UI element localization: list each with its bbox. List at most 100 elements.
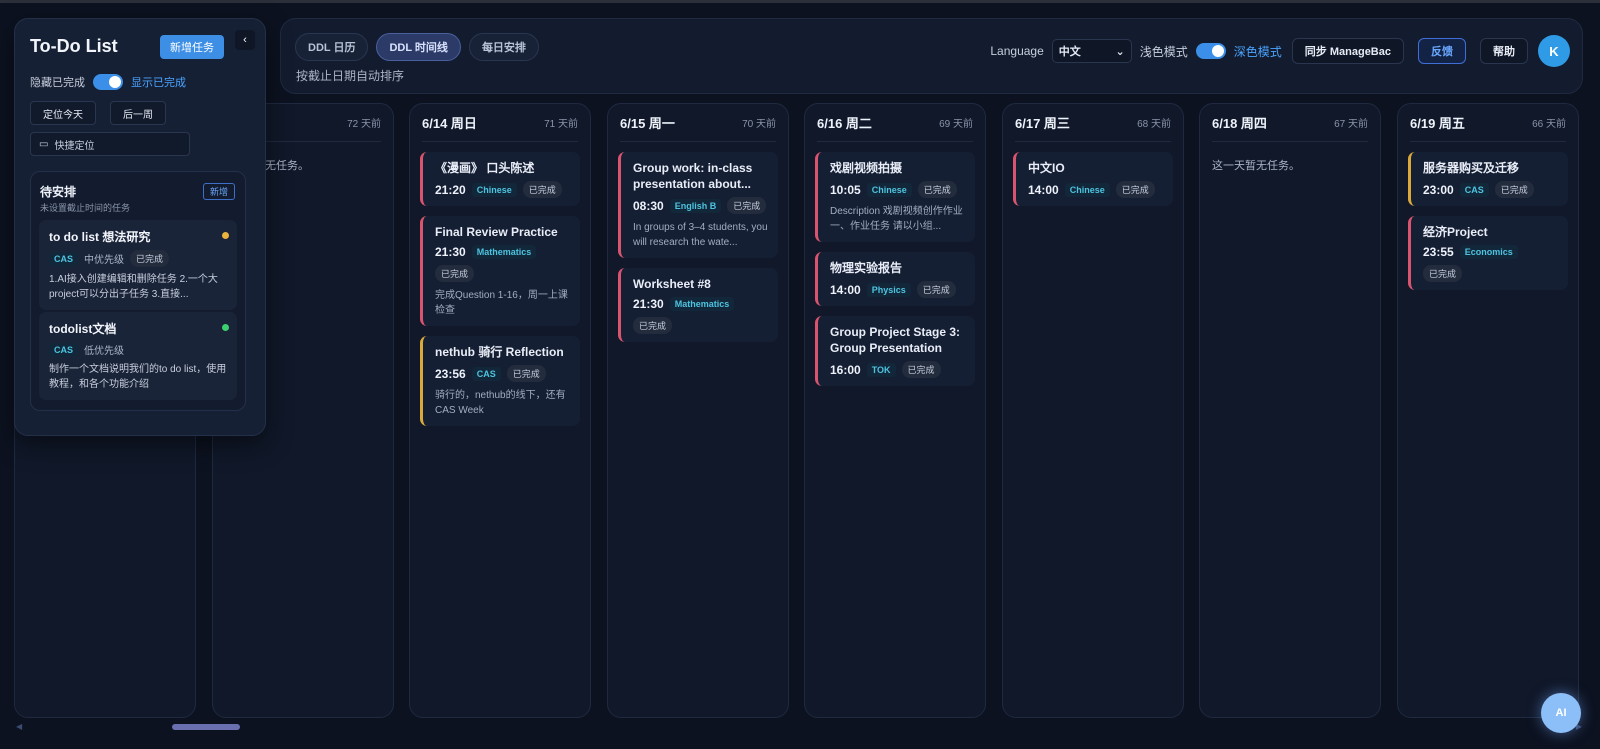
task-time: 08:30: [633, 198, 664, 213]
task-time: 23:55: [1423, 245, 1454, 259]
task-card[interactable]: 经济Project 23:55 Economics 已完成: [1408, 216, 1568, 290]
tab-daily-schedule[interactable]: 每日安排: [468, 33, 539, 61]
tab-ddl-timeline[interactable]: DDL 时间线: [376, 33, 461, 61]
task-list: 《漫画》 口头陈述 21:20 Chinese 已完成 Final Review Pra…: [420, 152, 580, 426]
sync-managebac-button[interactable]: 同步 ManageBac: [1291, 38, 1404, 64]
status-badge: 已完成: [1423, 265, 1463, 282]
task-card[interactable]: 《漫画》 口头陈述 21:20 Chinese 已完成: [420, 152, 580, 206]
status-badge: 已完成: [435, 265, 475, 282]
task-list: 中文IO 14:00 Chinese 已完成: [1013, 152, 1173, 206]
subject-tag: Mathematics: [669, 297, 735, 311]
chevron-down-icon: ⌄: [1115, 45, 1125, 58]
subject-tag: Chinese: [866, 182, 912, 197]
task-card[interactable]: 戏剧视频拍摄 10:05 Chinese 已完成 Description 戏剧视频创作作…: [815, 152, 975, 242]
next-week-button[interactable]: 后一周: [110, 101, 166, 125]
status-badge: 已完成: [1494, 181, 1534, 198]
task-description: Description 戏剧视频创作作业 一、作业任务 请以小组...: [830, 206, 963, 232]
task-meta: 23:55 Economics 已完成: [1423, 245, 1560, 282]
task-title: Final Review Practice: [435, 225, 558, 239]
light-mode-label: 浅色模式: [1139, 44, 1188, 59]
calendar-icon: ▭: [39, 138, 49, 150]
task-title: to do list 想法研究: [49, 230, 151, 244]
task-description: 骑行的，nethub的线下，还有CAS Week: [435, 390, 566, 416]
tab-ddl-calendar[interactable]: DDL 日历: [295, 33, 369, 61]
column-days-ago: 68 天前: [1137, 119, 1171, 130]
task-meta: 16:00 TOK 已完成: [830, 361, 967, 378]
task-card[interactable]: Group Project Stage 3: Group Presentatio…: [815, 316, 975, 386]
todo-sidebar: To-Do List 新增任务 ‹ 隐藏已完成 显示已完成 定位今天 后一周 ▭…: [14, 18, 266, 436]
task-time: 16:00: [830, 362, 861, 377]
task-title: 《漫画》 口头陈述: [435, 161, 535, 175]
subject-tag: CAS: [49, 342, 79, 357]
status-badge: 已完成: [633, 317, 673, 334]
subject-tag: Mathematics: [471, 245, 537, 259]
day-column-header: 6/18 周四 67 天前: [1212, 104, 1368, 142]
column-days-ago: 72 天前: [347, 119, 381, 130]
language-select[interactable]: 中文 ⌄: [1051, 39, 1132, 63]
nav-buttons: 定位今天 后一周: [30, 101, 166, 125]
task-card[interactable]: Group work: in-class presentation about.…: [618, 152, 778, 258]
task-list: 服务器购买及迁移 23:00 CAS 已完成 经济Project 23:55 Economi…: [1408, 152, 1568, 290]
show-done-label: 显示已完成: [131, 77, 186, 89]
day-column: 6/19 周五 66 天前 服务器购买及迁移 23:00 CAS 已完成 经济Project…: [1397, 103, 1579, 718]
help-button[interactable]: 帮助: [1480, 38, 1528, 64]
avatar[interactable]: K: [1538, 35, 1570, 67]
task-description: 1.AI接入创建编辑和删除任务 2.一个大project可以分出子任务 3.直接…: [49, 274, 218, 300]
status-badge: 已完成: [130, 250, 170, 267]
quick-locate-input[interactable]: ▭ 快捷定位: [30, 132, 190, 156]
hide-done-row: 隐藏已完成 显示已完成: [30, 74, 186, 90]
day-column: 6/16 周二 69 天前 戏剧视频拍摄 10:05 Chinese 已完成 Descrip…: [804, 103, 986, 718]
day-column-header: 6/19 周五 66 天前: [1410, 104, 1566, 142]
subject-tag: CAS: [49, 251, 79, 266]
pending-section: 待安排 未设置截止时间的任务 新增 to do list 想法研究 CAS 中优…: [30, 171, 246, 411]
pending-new-button[interactable]: 新增: [202, 183, 235, 200]
top-right-controls: Language 中文 ⌄ 浅色模式 深色模式 同步 ManageBac 反馈 …: [990, 35, 1570, 67]
subject-tag: CAS: [1459, 182, 1489, 197]
locate-today-button[interactable]: 定位今天: [30, 101, 96, 125]
task-card[interactable]: 服务器购买及迁移 23:00 CAS 已完成: [1408, 152, 1568, 206]
column-date: 6/18 周四: [1212, 116, 1267, 131]
page-subtitle: 按截止日期自动排序: [296, 69, 405, 83]
hide-done-toggle[interactable]: [93, 74, 123, 90]
column-days-ago: 71 天前: [544, 119, 578, 130]
task-card[interactable]: nethub 骑行 Reflection 23:56 CAS 已完成 骑行的，nethu…: [420, 336, 580, 426]
task-time: 14:00: [1028, 182, 1059, 197]
task-card[interactable]: 中文IO 14:00 Chinese 已完成: [1013, 152, 1173, 206]
new-task-button[interactable]: 新增任务: [160, 35, 224, 59]
subject-tag: Economics: [1459, 245, 1518, 259]
column-days-ago: 66 天前: [1532, 119, 1566, 130]
column-date: 6/16 周二: [817, 116, 872, 131]
task-description: 完成Question 1-16，周一上课检查: [435, 290, 568, 316]
column-date: 6/19 周五: [1410, 116, 1465, 131]
task-title: todolist文档: [49, 322, 117, 336]
task-card[interactable]: 物理实验报告 14:00 Physics 已完成: [815, 252, 975, 306]
task-description: In groups of 3–4 students, you will rese…: [633, 222, 768, 248]
column-days-ago: 67 天前: [1334, 119, 1368, 130]
task-card[interactable]: Worksheet #8 21:30 Mathematics 已完成: [618, 268, 778, 342]
task-time: 23:00: [1423, 182, 1454, 197]
day-column: 6/18 周四 67 天前 这一天暂无任务。: [1199, 103, 1381, 718]
task-meta: 23:00 CAS 已完成: [1423, 181, 1560, 198]
scrollbar-thumb[interactable]: [172, 724, 240, 730]
priority-label: 低优先级: [84, 346, 125, 357]
scroll-left-arrow-icon[interactable]: ◀: [16, 722, 22, 731]
horizontal-scrollbar[interactable]: ◀ ▶: [14, 722, 1584, 732]
task-list: Group work: in-class presentation about.…: [618, 152, 778, 342]
ai-assistant-button[interactable]: AI: [1541, 693, 1581, 733]
pending-task-card[interactable]: to do list 想法研究 CAS 中优先级 已完成 1.AI接入创建编辑和…: [39, 220, 237, 310]
task-meta: 08:30 English B 已完成: [633, 197, 770, 214]
theme-toggle[interactable]: [1195, 43, 1226, 59]
empty-day-text: 无任务。: [265, 160, 309, 172]
task-card[interactable]: Final Review Practice 21:30 Mathematics 已完成…: [420, 216, 580, 326]
day-column-header: 6/17 周三 68 天前: [1015, 104, 1171, 142]
chevron-left-icon: ‹: [243, 34, 247, 46]
task-meta: 14:00 Chinese 已完成: [1028, 181, 1165, 198]
task-title: 物理实验报告: [830, 261, 903, 275]
day-column: 6/17 周三 68 天前中文IO 14:00 Chinese 已完成: [1002, 103, 1184, 718]
feedback-button[interactable]: 反馈: [1418, 38, 1466, 64]
task-description: 制作一个文档说明我们的to do list，使用教程，和各个功能介绍: [49, 364, 227, 390]
task-title: Group work: in-class presentation about.…: [633, 161, 753, 191]
pending-task-card[interactable]: todolist文档 CAS 低优先级 制作一个文档说明我们的to do lis…: [39, 312, 237, 400]
collapse-sidebar-button[interactable]: ‹: [235, 30, 255, 50]
subject-tag: English B: [669, 198, 722, 213]
